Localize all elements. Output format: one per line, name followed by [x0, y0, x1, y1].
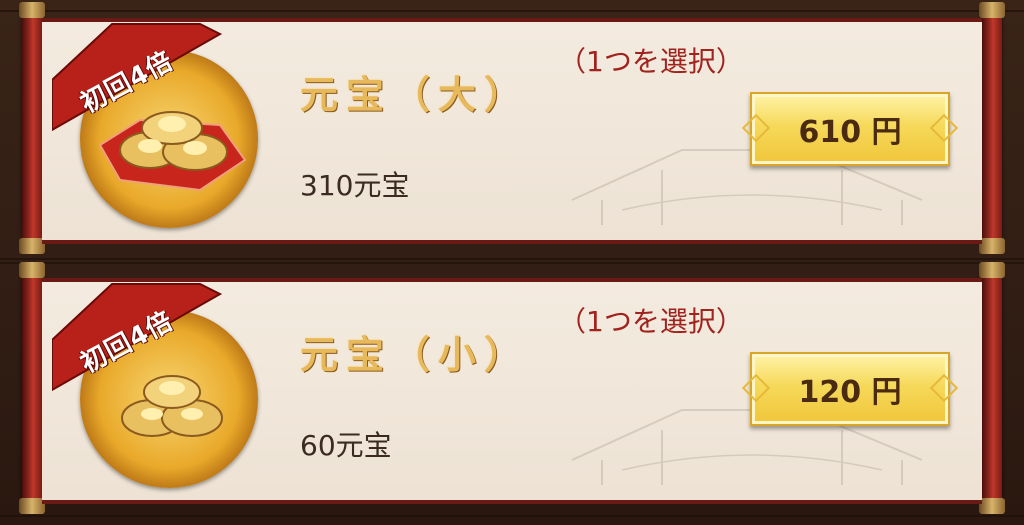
select-one-note: （1つを選択） — [558, 305, 744, 338]
scroll-rod-right — [979, 262, 1005, 514]
price-label: 120 円 — [798, 375, 902, 410]
shop-item-card[interactable]: 初回4倍 元宝（小） 60元宝 （1つを選択） 120 円 — [19, 262, 1005, 514]
scroll-rod-left — [19, 2, 45, 254]
scroll-rod-right — [979, 2, 1005, 254]
wood-divider — [0, 262, 1024, 264]
item-title: 元宝（大） — [300, 73, 531, 117]
item-amount: 310元宝 — [300, 169, 410, 202]
price-label: 610 円 — [798, 115, 902, 150]
item-amount: 60元宝 — [300, 429, 392, 462]
wood-divider — [0, 258, 1024, 260]
wood-divider — [0, 515, 1024, 517]
select-one-note: （1つを選択） — [558, 45, 744, 78]
buy-button-120[interactable]: 120 円 — [741, 352, 959, 426]
first-time-bonus-ribbon: 初回4倍 — [52, 22, 230, 142]
item-title: 元宝（小） — [300, 333, 531, 377]
scroll-rod-left — [19, 262, 45, 514]
shop-item-card[interactable]: 初回4倍 元宝（大） 310元宝 （1つを選択） 610 円 — [19, 2, 1005, 254]
buy-button-610[interactable]: 610 円 — [741, 92, 959, 166]
first-time-bonus-ribbon: 初回4倍 — [52, 282, 230, 402]
